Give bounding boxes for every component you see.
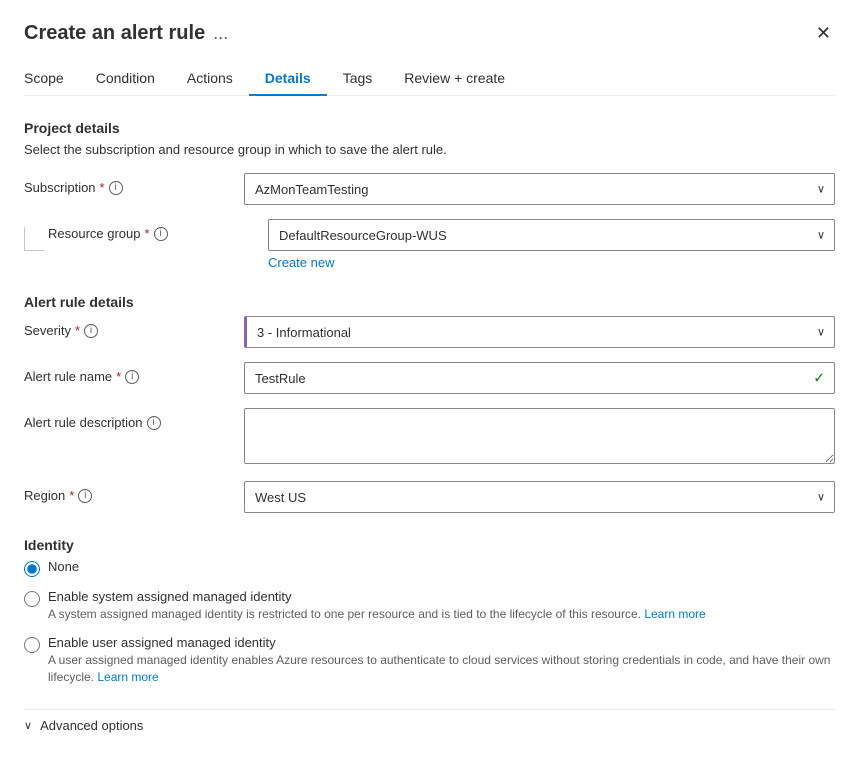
identity-none-radio[interactable] [24, 561, 40, 577]
identity-system-assigned-desc: A system assigned managed identity is re… [48, 606, 706, 623]
create-new-link[interactable]: Create new [268, 255, 334, 270]
identity-user-assigned-radio[interactable] [24, 637, 40, 653]
identity-user-assigned-label: Enable user assigned managed identity [48, 635, 835, 650]
severity-select-wrapper: 0 - Critical 1 - Error 2 - Warning 3 - I… [244, 316, 835, 348]
dialog-more-icon[interactable]: ... [213, 23, 228, 44]
resource-group-label: Resource group * i [48, 219, 268, 241]
alert-rule-desc-info-icon[interactable]: i [147, 416, 161, 430]
advanced-options-section[interactable]: ∨ Advanced options [24, 709, 835, 733]
alert-rule-name-row: Alert rule name * i ✓ [24, 362, 835, 394]
identity-user-assigned-option: Enable user assigned managed identity A … [24, 635, 835, 686]
region-control: West US East US East US 2 ∨ [244, 481, 835, 513]
dialog-title: Create an alert rule [24, 22, 205, 45]
tab-details[interactable]: Details [249, 62, 327, 96]
severity-info-icon[interactable]: i [84, 324, 98, 338]
alert-rule-details-title: Alert rule details [24, 294, 835, 310]
subscription-row: Subscription * i AzMonTeamTesting ∨ [24, 173, 835, 205]
region-label: Region * i [24, 481, 244, 503]
project-details-desc: Select the subscription and resource gro… [24, 142, 835, 157]
user-assigned-learn-more-link[interactable]: Learn more [97, 670, 158, 684]
subscription-control: AzMonTeamTesting ∨ [244, 173, 835, 205]
alert-rule-desc-label: Alert rule description i [24, 408, 244, 430]
alert-rule-name-label: Alert rule name * i [24, 362, 244, 384]
close-button[interactable]: ✕ [812, 20, 835, 46]
alert-rule-name-input[interactable] [244, 362, 835, 394]
tab-actions[interactable]: Actions [171, 62, 249, 96]
advanced-options-label: Advanced options [40, 718, 143, 733]
region-select-wrapper: West US East US East US 2 ∨ [244, 481, 835, 513]
identity-none-option: None [24, 559, 835, 577]
identity-system-assigned-option: Enable system assigned managed identity … [24, 589, 835, 623]
alert-rule-desc-input[interactable] [244, 408, 835, 464]
region-info-icon[interactable]: i [78, 489, 92, 503]
alert-rule-desc-control [244, 408, 835, 467]
tab-scope[interactable]: Scope [24, 62, 80, 96]
project-details-section: Project details Select the subscription … [24, 120, 835, 270]
severity-control: 0 - Critical 1 - Error 2 - Warning 3 - I… [244, 316, 835, 348]
resource-group-required: * [145, 226, 150, 241]
tab-condition[interactable]: Condition [80, 62, 171, 96]
identity-user-assigned-desc: A user assigned managed identity enables… [48, 652, 835, 686]
dialog-title-row: Create an alert rule ... [24, 22, 228, 45]
identity-system-assigned-label: Enable system assigned managed identity [48, 589, 706, 604]
subscription-select[interactable]: AzMonTeamTesting [244, 173, 835, 205]
alert-rule-details-section: Alert rule details Severity * i 0 - Crit… [24, 294, 835, 513]
subscription-info-icon[interactable]: i [109, 181, 123, 195]
identity-none-label: None [48, 559, 79, 574]
tab-review-create[interactable]: Review + create [388, 62, 521, 96]
region-required: * [69, 488, 74, 503]
check-icon: ✓ [813, 370, 825, 387]
project-details-title: Project details [24, 120, 835, 136]
resource-group-select[interactable]: DefaultResourceGroup-WUS [268, 219, 835, 251]
create-alert-rule-dialog: Create an alert rule ... ✕ Scope Conditi… [0, 0, 859, 776]
resource-group-info-icon[interactable]: i [154, 227, 168, 241]
dialog-header: Create an alert rule ... ✕ [24, 20, 835, 46]
identity-system-assigned-radio[interactable] [24, 591, 40, 607]
severity-row: Severity * i 0 - Critical 1 - Error 2 - … [24, 316, 835, 348]
alert-rule-name-control: ✓ [244, 362, 835, 394]
severity-label: Severity * i [24, 316, 244, 338]
alert-rule-name-input-wrapper: ✓ [244, 362, 835, 394]
subscription-label: Subscription * i [24, 173, 244, 195]
system-assigned-learn-more-link[interactable]: Learn more [644, 607, 705, 621]
severity-required: * [75, 323, 80, 338]
resource-group-row: Resource group * i DefaultResourceGroup-… [24, 219, 835, 270]
severity-select[interactable]: 0 - Critical 1 - Error 2 - Warning 3 - I… [244, 316, 835, 348]
indent-line [24, 227, 44, 251]
advanced-options-chevron-icon: ∨ [24, 719, 32, 732]
identity-section: Identity None Enable system assigned man… [24, 537, 835, 685]
tab-tags[interactable]: Tags [327, 62, 389, 96]
subscription-select-wrapper: AzMonTeamTesting ∨ [244, 173, 835, 205]
identity-section-title: Identity [24, 537, 835, 553]
tab-bar: Scope Condition Actions Details Tags Rev… [24, 62, 835, 96]
subscription-required: * [100, 180, 105, 195]
alert-rule-name-info-icon[interactable]: i [125, 370, 139, 384]
region-select[interactable]: West US East US East US 2 [244, 481, 835, 513]
resource-group-select-wrapper: DefaultResourceGroup-WUS ∨ [268, 219, 835, 251]
alert-rule-desc-row: Alert rule description i [24, 408, 835, 467]
region-row: Region * i West US East US East US 2 ∨ [24, 481, 835, 513]
alert-rule-name-required: * [116, 369, 121, 384]
resource-group-control: DefaultResourceGroup-WUS ∨ Create new [268, 219, 835, 270]
